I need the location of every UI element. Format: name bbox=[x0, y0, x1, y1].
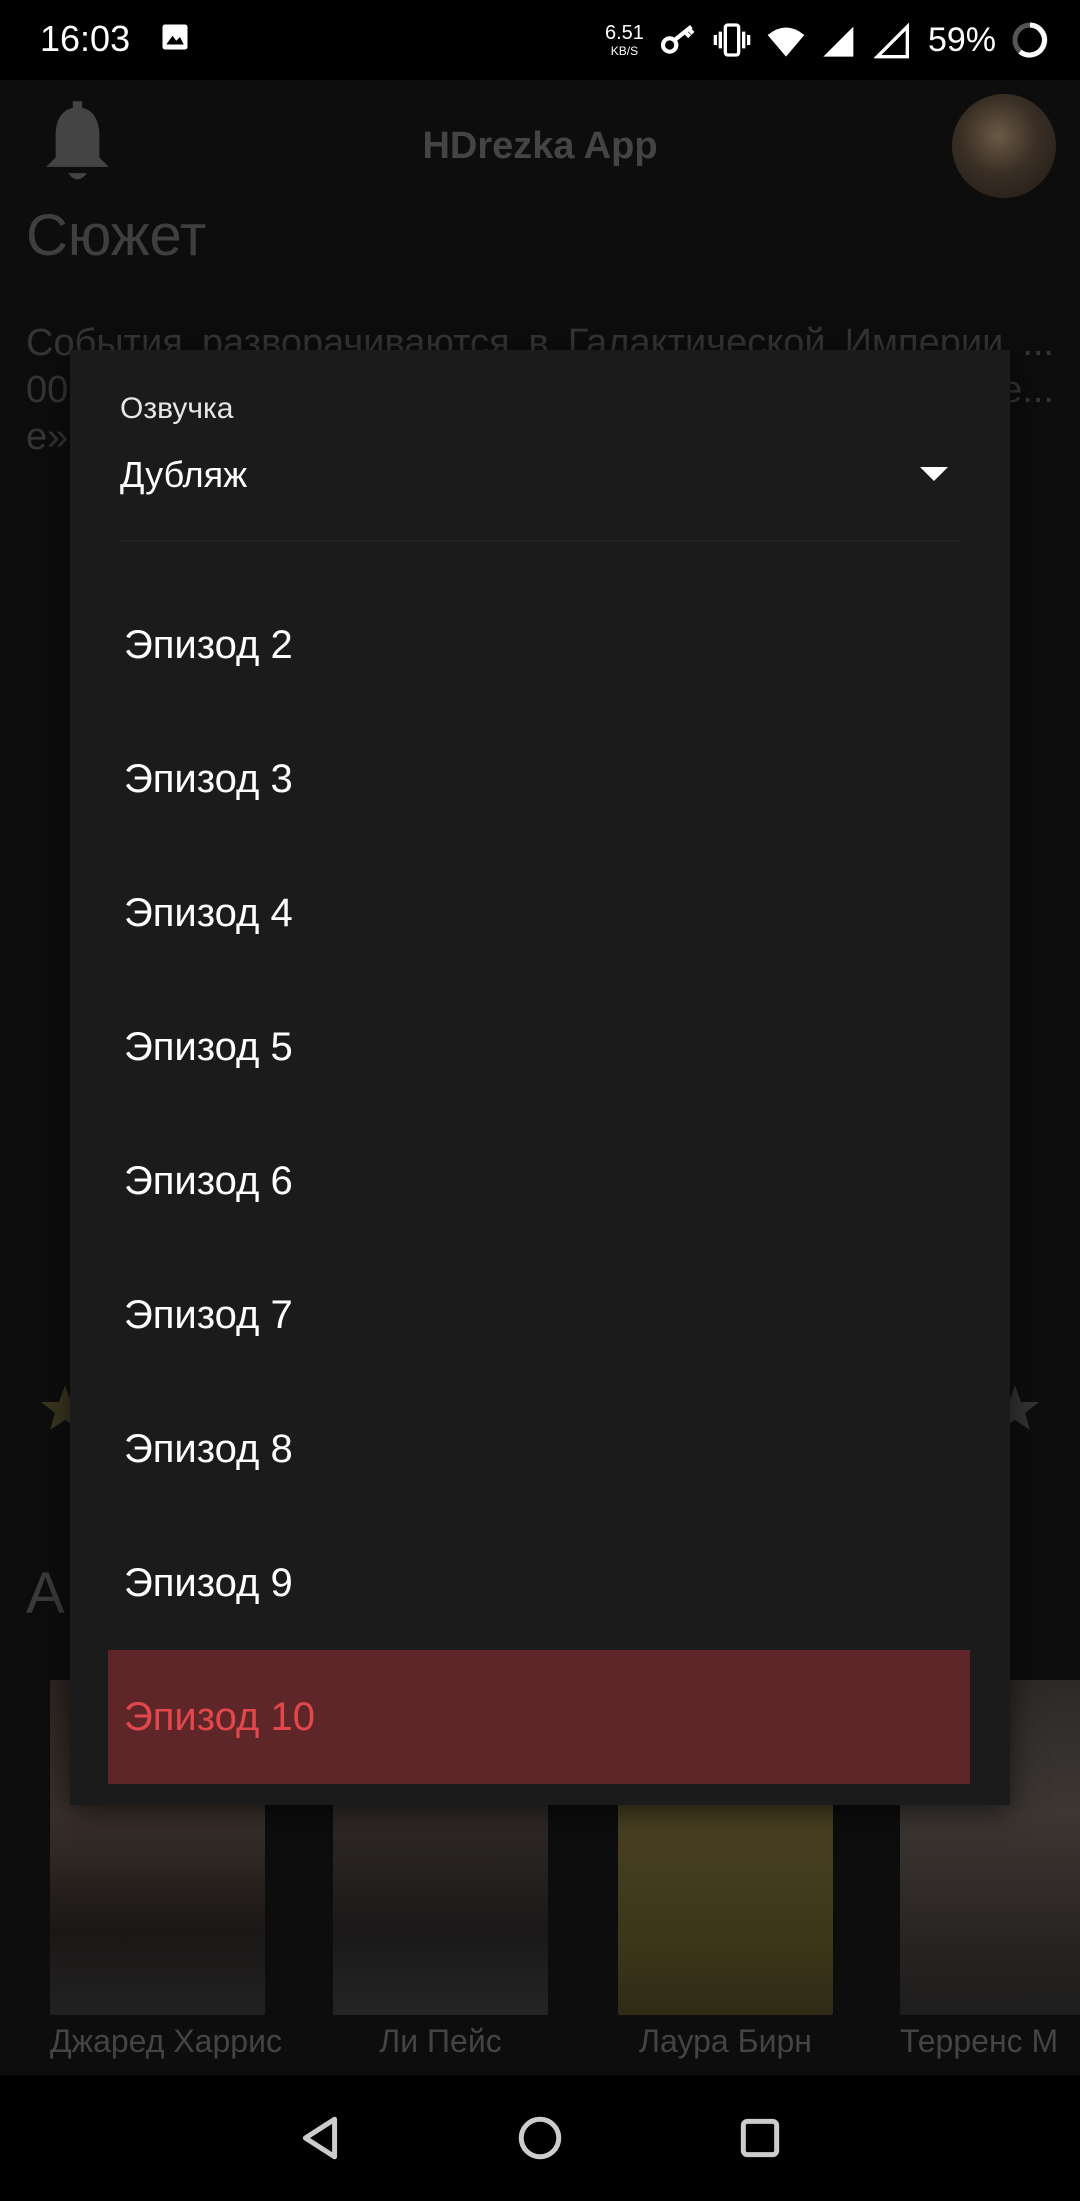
actor-name: Ли Пейс bbox=[379, 2023, 502, 2059]
episode-item-5[interactable]: Эпизод 5 bbox=[108, 980, 970, 1114]
key-icon bbox=[660, 25, 695, 54]
app-title: HDrezka App bbox=[422, 125, 658, 167]
status-time: 16:03 bbox=[40, 18, 131, 59]
episode-item-8[interactable]: Эпизод 8 bbox=[108, 1382, 970, 1516]
episode-item-6[interactable]: Эпизод 6 bbox=[108, 1114, 970, 1248]
voice-label: Озвучка bbox=[120, 392, 234, 425]
actors-heading: А bbox=[26, 1561, 65, 1626]
wifi-icon bbox=[767, 27, 805, 57]
avatar[interactable] bbox=[952, 94, 1056, 198]
episode-item-2[interactable]: Эпизод 2 bbox=[108, 578, 970, 712]
voice-select[interactable]: Дубляж bbox=[120, 454, 247, 496]
home-icon[interactable] bbox=[515, 2113, 565, 2163]
battery-percent: 59% bbox=[927, 20, 996, 59]
navigation-bar bbox=[0, 2075, 1080, 2201]
episode-item-10[interactable]: Эпизод 10 bbox=[108, 1650, 970, 1784]
signal-r-icon bbox=[873, 22, 909, 59]
signal-x-icon bbox=[823, 26, 854, 57]
episode-item-7[interactable]: Эпизод 7 bbox=[108, 1248, 970, 1382]
status-bar: 16:03 6.51 KB/S 59% bbox=[0, 0, 1080, 80]
app-bar: HDrezka App bbox=[0, 80, 1080, 215]
actor-name: Терренс М bbox=[900, 2023, 1059, 2059]
section-title: Сюжет bbox=[26, 203, 207, 268]
recents-icon[interactable] bbox=[735, 2113, 785, 2163]
back-icon[interactable] bbox=[295, 2113, 345, 2163]
actor-name: Джаред Харрис bbox=[50, 2023, 282, 2059]
dropdown-arrow-icon[interactable] bbox=[920, 467, 948, 481]
episode-item-3[interactable]: Эпизод 3 bbox=[108, 712, 970, 846]
episode-list: Эпизод 2 Эпизод 3 Эпизод 4 Эпизод 5 Эпиз… bbox=[108, 578, 970, 1784]
episode-item-4[interactable]: Эпизод 4 bbox=[108, 846, 970, 980]
episode-item-9[interactable]: Эпизод 9 bbox=[108, 1516, 970, 1650]
net-speed: 6.51 KB/S bbox=[605, 22, 644, 58]
episode-dialog: Озвучка Дубляж Эпизод 2 Эпизод 3 Эпизод … bbox=[70, 350, 1010, 1805]
actor-name: Лаура Бирн bbox=[639, 2023, 812, 2059]
voice-select-underline bbox=[120, 540, 960, 542]
status-icons: 6.51 KB/S 59% bbox=[605, 14, 1050, 66]
gallery-icon bbox=[162, 24, 188, 50]
battery-ring-icon bbox=[1012, 22, 1048, 58]
vibrate-icon bbox=[713, 23, 751, 57]
